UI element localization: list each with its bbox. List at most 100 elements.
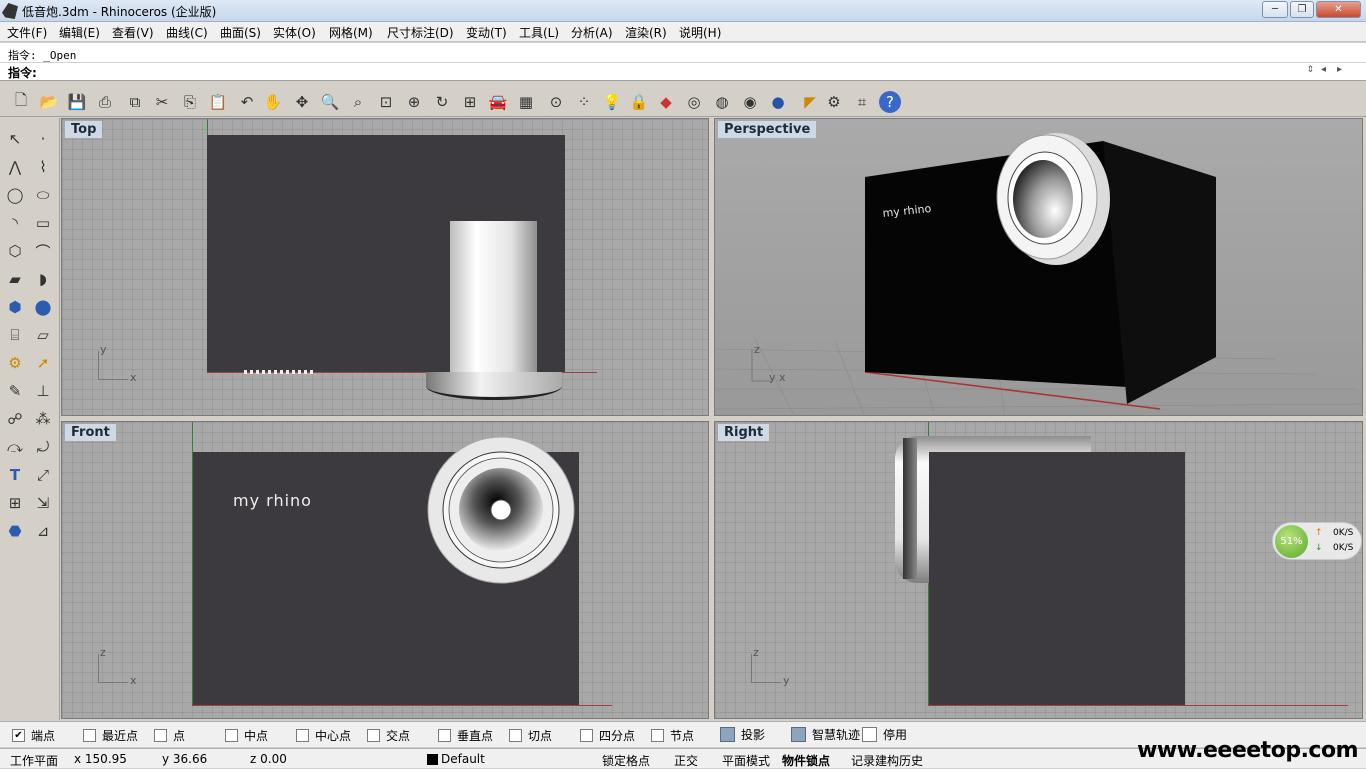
viewport-top[interactable]: Top y x <box>61 118 709 416</box>
cut-icon[interactable]: ✂ <box>151 91 173 113</box>
polygon-icon[interactable]: ⬡ <box>3 239 27 263</box>
viewport-label-front[interactable]: Front <box>65 424 116 441</box>
rectangle-icon[interactable]: ▭ <box>31 211 55 235</box>
network-monitor[interactable]: 51% ↑ 0K/S ↓ 0K/S <box>1272 522 1362 560</box>
import-icon[interactable]: ⧉ <box>124 91 146 113</box>
menu-mesh[interactable]: 网格(M) <box>329 22 373 41</box>
wireframe-icon[interactable]: ◍ <box>711 91 733 113</box>
fillet-icon[interactable]: ⌒ <box>31 239 55 263</box>
paste-icon[interactable]: 📋 <box>207 91 229 113</box>
pan-icon[interactable]: ✋ <box>262 91 284 113</box>
cylinder-icon[interactable]: ⌸ <box>3 323 27 347</box>
checkbox[interactable] <box>154 729 167 742</box>
checkbox[interactable] <box>296 729 309 742</box>
gear-icon[interactable]: ⚙ <box>3 351 27 375</box>
explode-icon[interactable]: ⁂ <box>31 407 55 431</box>
menu-render[interactable]: 渲染(R) <box>625 22 667 41</box>
ortho-toggle[interactable]: 正交 <box>674 752 698 769</box>
grid-icon[interactable]: ▦ <box>515 91 537 113</box>
car-icon[interactable]: 🚘 <box>487 91 509 113</box>
osnap-perpendicular[interactable]: 垂直点 <box>438 727 493 744</box>
curve-icon[interactable]: ⌇ <box>31 155 55 179</box>
minimize-button[interactable]: ─ <box>1262 1 1288 18</box>
menu-view[interactable]: 查看(V) <box>112 22 154 41</box>
text-icon[interactable]: T <box>3 463 27 487</box>
mesh-icon[interactable]: ▱ <box>31 323 55 347</box>
menu-solid[interactable]: 实体(O) <box>273 22 316 41</box>
menu-help[interactable]: 说明(H) <box>679 22 721 41</box>
dimension-icon[interactable]: ⊿ <box>31 519 55 543</box>
light-icon[interactable]: 💡 <box>601 91 623 113</box>
osnap-center[interactable]: 中心点 <box>296 727 351 744</box>
checkbox[interactable] <box>83 729 96 742</box>
osnap-toggle[interactable]: 物件锁点 <box>782 752 830 769</box>
print-icon[interactable]: ⎙ <box>94 91 116 113</box>
menu-curve[interactable]: 曲线(C) <box>166 22 208 41</box>
trim-icon[interactable]: ✎ <box>3 379 27 403</box>
checkbox[interactable] <box>651 729 664 742</box>
checkbox[interactable] <box>509 729 522 742</box>
redraw-icon[interactable]: ↻ <box>431 91 453 113</box>
scroll-right-icon[interactable]: ▸ <box>1337 64 1342 75</box>
surface-icon[interactable]: ▰ <box>3 267 27 291</box>
grid-snap-toggle[interactable]: 锁定格点 <box>602 752 650 769</box>
toggle-disable[interactable]: 停用 <box>862 726 907 743</box>
viewport-label-perspective[interactable]: Perspective <box>718 121 817 138</box>
viewport-front[interactable]: Front my rhino z x <box>61 421 709 719</box>
circle-icon[interactable]: ◯ <box>3 183 27 207</box>
maximize-button[interactable]: ❐ <box>1290 1 1314 18</box>
osnap-point[interactable]: 点 <box>154 727 185 744</box>
solid-icon[interactable]: ⬣ <box>3 519 27 543</box>
ellipse-icon[interactable]: ⬭ <box>31 183 55 207</box>
menu-transform[interactable]: 变动(T) <box>466 22 507 41</box>
shaded-icon[interactable]: ◉ <box>739 91 761 113</box>
lock-icon[interactable]: 🔒 <box>628 91 650 113</box>
viewport-perspective[interactable]: my rhino Perspective z y x <box>714 118 1363 416</box>
hierarchy-icon[interactable]: ⌗ <box>851 91 873 113</box>
point-icon[interactable]: · <box>31 127 55 151</box>
zoom-extents-icon[interactable]: ⊡ <box>375 91 397 113</box>
menu-analyze[interactable]: 分析(A) <box>571 22 613 41</box>
menu-tools[interactable]: 工具(L) <box>519 22 559 41</box>
viewport-label-top[interactable]: Top <box>65 121 103 138</box>
current-layer[interactable]: Default <box>441 752 485 766</box>
zoom-icon[interactable]: 🔍 <box>319 91 341 113</box>
osnap-mid[interactable]: 中点 <box>225 727 268 744</box>
spin-icon[interactable]: ⇕ <box>1306 65 1314 75</box>
osnap-intersection[interactable]: 交点 <box>367 727 410 744</box>
toggle-smarttrack[interactable]: 智慧轨迹 <box>791 726 860 743</box>
osnap-near[interactable]: 最近点 <box>83 727 138 744</box>
rebuild-icon[interactable]: ⤾ <box>31 435 55 459</box>
planar-toggle[interactable]: 平面模式 <box>722 752 770 769</box>
array-icon[interactable]: ⊞ <box>3 491 27 515</box>
menu-surface[interactable]: 曲面(S) <box>220 22 261 41</box>
command-line[interactable]: 指令: ⇕ ◂ ▸ <box>0 62 1366 80</box>
checkbox[interactable] <box>580 729 593 742</box>
select-icon[interactable]: ↖ <box>3 127 27 151</box>
boolean-icon[interactable]: ⬤ <box>31 295 55 319</box>
menu-edit[interactable]: 编辑(E) <box>59 22 100 41</box>
checkbox[interactable] <box>225 729 238 742</box>
copy-icon[interactable]: ⎘ <box>179 91 201 113</box>
save-icon[interactable]: 💾 <box>66 91 88 113</box>
split-icon[interactable]: ⊥ <box>31 379 55 403</box>
snap-icon[interactable]: ⊙ <box>545 91 567 113</box>
layer-icon[interactable]: ◆ <box>655 91 677 113</box>
toggle-project[interactable]: 投影 <box>720 726 765 743</box>
new-icon[interactable]: 🗋 <box>10 91 32 113</box>
rotate-view-icon[interactable]: ✥ <box>291 91 313 113</box>
toggle-box[interactable] <box>791 727 806 742</box>
loft-icon[interactable]: ◗ <box>31 267 55 291</box>
checkbox[interactable] <box>438 729 451 742</box>
offset-icon[interactable]: ⤼ <box>3 435 27 459</box>
close-button[interactable]: ✕ <box>1316 1 1361 18</box>
transform-icon[interactable]: ⇲ <box>31 491 55 515</box>
menu-dimension[interactable]: 尺寸标注(D) <box>387 22 454 41</box>
undo-icon[interactable]: ↶ <box>236 91 258 113</box>
viewport-right[interactable]: Right z y <box>714 421 1363 719</box>
osnap-icon[interactable]: ⁘ <box>573 91 595 113</box>
osnap-end[interactable]: ✔ 端点 <box>12 727 55 744</box>
menu-file[interactable]: 文件(F) <box>7 22 47 41</box>
arc-icon[interactable]: ◝ <box>3 211 27 235</box>
zoom-window-icon[interactable]: ⌕ <box>347 91 369 113</box>
